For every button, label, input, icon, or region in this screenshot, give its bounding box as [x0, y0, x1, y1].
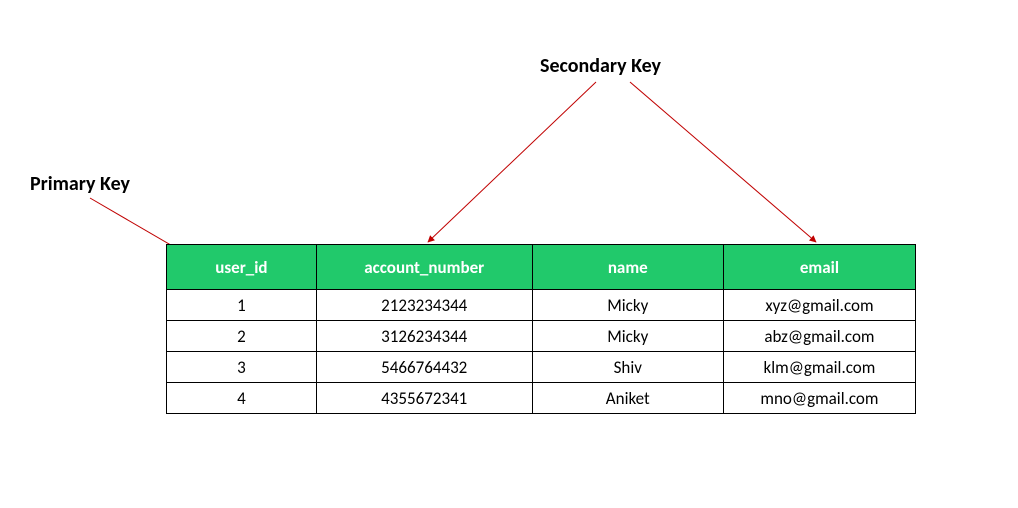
arrow-secondary-to-email: [630, 82, 816, 242]
keys-table: user_id account_number name email 1 2123…: [166, 244, 916, 414]
cell-account-number: 4355672341: [316, 383, 532, 414]
cell-user-id: 2: [167, 321, 317, 352]
cell-email: abz@gmail.com: [723, 321, 915, 352]
arrow-secondary-to-account: [428, 82, 596, 242]
cell-account-number: 5466764432: [316, 352, 532, 383]
cell-user-id: 3: [167, 352, 317, 383]
table-row: 4 4355672341 Aniket mno@gmail.com: [167, 383, 916, 414]
cell-name: Micky: [532, 321, 723, 352]
col-header-account-number: account_number: [316, 245, 532, 290]
cell-name: Aniket: [532, 383, 723, 414]
cell-user-id: 1: [167, 290, 317, 321]
table-row: 2 3126234344 Micky abz@gmail.com: [167, 321, 916, 352]
table-row: 3 5466764432 Shiv klm@gmail.com: [167, 352, 916, 383]
col-header-user-id: user_id: [167, 245, 317, 290]
cell-account-number: 2123234344: [316, 290, 532, 321]
cell-account-number: 3126234344: [316, 321, 532, 352]
col-header-email: email: [723, 245, 915, 290]
cell-user-id: 4: [167, 383, 317, 414]
cell-name: Shiv: [532, 352, 723, 383]
cell-email: mno@gmail.com: [723, 383, 915, 414]
table-header-row: user_id account_number name email: [167, 245, 916, 290]
table-row: 1 2123234344 Micky xyz@gmail.com: [167, 290, 916, 321]
col-header-name: name: [532, 245, 723, 290]
cell-email: xyz@gmail.com: [723, 290, 915, 321]
secondary-key-label: Secondary Key: [540, 54, 661, 78]
cell-name: Micky: [532, 290, 723, 321]
primary-key-label: Primary Key: [30, 172, 130, 196]
cell-email: klm@gmail.com: [723, 352, 915, 383]
